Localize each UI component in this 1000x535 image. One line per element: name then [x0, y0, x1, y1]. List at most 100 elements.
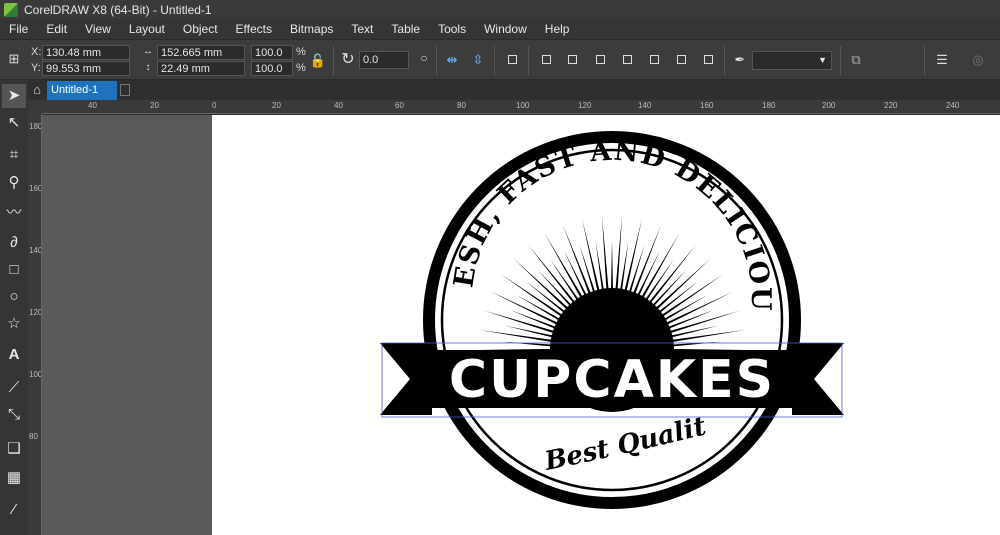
y-label: Y: [31, 62, 41, 74]
weld-icon[interactable] [536, 50, 556, 70]
scale-width-unit: % [296, 46, 306, 58]
document-tab-untitled[interactable]: Untitled-1 [47, 81, 117, 100]
zoom-tool-icon[interactable]: ⚲ [2, 171, 26, 195]
disabled-tool-icon: ◎ [972, 52, 984, 67]
ruler-h-label: 20 [272, 101, 281, 110]
group-icon[interactable]: ⧉ [846, 50, 866, 70]
x-label: X: [31, 46, 42, 58]
create-boundary-icon[interactable] [698, 50, 718, 70]
separator [436, 46, 437, 76]
freehand-tool-icon[interactable]: 〰 [2, 201, 26, 225]
ruler-h-label: 20 [150, 101, 159, 110]
combine-icon[interactable] [502, 50, 522, 70]
menu-object[interactable]: Object [174, 19, 227, 39]
ruler-h-label: 140 [638, 101, 652, 110]
connector-tool-icon[interactable]: ⤡ [2, 403, 26, 427]
title-bar: CorelDRAW X8 (64-Bit) - Untitled-1 [0, 0, 1000, 19]
lock-ratio-icon[interactable]: 🔓 [308, 51, 328, 71]
separator [840, 46, 841, 76]
ruler-v-label: 180 [29, 122, 42, 131]
horizontal-ruler[interactable]: 40 20 0 20 40 60 80 100 120 140 160 180 … [42, 100, 1000, 114]
object-origin-icon[interactable]: ⊞ [4, 49, 24, 69]
simplify-icon[interactable] [617, 50, 637, 70]
text-tool-icon[interactable]: A [2, 343, 26, 367]
ruler-h-label: 100 [516, 101, 530, 110]
separator [724, 46, 725, 76]
menu-window[interactable]: Window [475, 19, 536, 39]
coreldraw-app-icon [4, 2, 18, 17]
height-icon: ↕ [145, 62, 151, 73]
separator [333, 46, 334, 76]
ruler-origin[interactable] [28, 100, 42, 114]
ruler-h-label: 0 [212, 101, 217, 110]
home-icon[interactable]: ⌂ [28, 81, 46, 99]
y-position-field[interactable] [42, 61, 130, 76]
separator [528, 46, 529, 76]
rectangle-tool-icon[interactable]: □ [2, 258, 26, 282]
ruler-h-label: 200 [822, 101, 836, 110]
height-field[interactable] [157, 61, 245, 76]
x-position-field[interactable] [42, 45, 130, 60]
ruler-h-label: 40 [334, 101, 343, 110]
menu-text[interactable]: Text [342, 19, 382, 39]
scale-width-field[interactable] [251, 45, 293, 60]
ruler-v-label: 100 [29, 370, 42, 379]
document-tab-bar: ⌂ Untitled-1 [0, 80, 1000, 100]
vertical-ruler[interactable]: 180 160 140 120 100 80 [28, 114, 42, 535]
crop-tool-icon[interactable]: ⌗ [2, 143, 26, 167]
back-minus-front-icon[interactable] [671, 50, 691, 70]
ruler-h-label: 40 [88, 101, 97, 110]
ruler-h-label: 240 [946, 101, 960, 110]
scale-height-field[interactable] [251, 61, 293, 76]
ruler-v-label: 80 [29, 432, 38, 441]
new-tab-icon[interactable] [120, 84, 130, 96]
mirror-vertical-icon[interactable]: ⇳ [468, 50, 488, 70]
window-title: CorelDRAW X8 (64-Bit) - Untitled-1 [24, 2, 212, 17]
drawing-page[interactable]: FRESH, FAST AND DELICIOUS CUPCAKES Best … [212, 115, 1000, 535]
ellipse-tool-icon[interactable]: ○ [2, 285, 26, 309]
align-distribute-icon[interactable]: ☰ [932, 50, 952, 70]
separator [494, 46, 495, 76]
separator [924, 46, 925, 76]
outline-width-dropdown[interactable]: ▼ [752, 51, 832, 70]
coreldraw-window: CorelDRAW X8 (64-Bit) - Untitled-1 File … [0, 0, 1000, 535]
property-bar: ⊞ X: Y: ↔ ↕ % % 🔓 ↻ ○ ⇹ ⇳ ✒ [0, 39, 1000, 80]
menu-layout[interactable]: Layout [120, 19, 174, 39]
dimension-tool-icon[interactable]: ⟋ [2, 376, 26, 400]
ruler-h-label: 220 [884, 101, 898, 110]
ruler-h-label: 160 [700, 101, 714, 110]
rotation-degree-icon: ○ [420, 51, 428, 65]
mirror-horizontal-icon[interactable]: ⇹ [442, 50, 462, 70]
cupcakes-logo[interactable]: FRESH, FAST AND DELICIOUS CUPCAKES Best … [372, 125, 852, 525]
outline-pen-icon: ✒ [734, 52, 746, 67]
menu-view[interactable]: View [76, 19, 120, 39]
menu-tools[interactable]: Tools [429, 19, 475, 39]
trim-icon[interactable] [562, 50, 582, 70]
menu-effects[interactable]: Effects [227, 19, 281, 39]
toolbox: ➤ ↖ ⌗ ⚲ 〰 ∂ □ ○ ☆ A ⟋ ⤡ ❑ ▦ ⁄ [0, 80, 28, 535]
intersect-icon[interactable] [590, 50, 610, 70]
width-field[interactable] [157, 45, 245, 60]
drop-shadow-icon[interactable]: ❑ [2, 437, 26, 461]
chevron-down-icon: ▼ [818, 55, 827, 65]
menu-table[interactable]: Table [382, 19, 429, 39]
front-minus-back-icon[interactable] [644, 50, 664, 70]
menu-help[interactable]: Help [536, 19, 579, 39]
rotation-field[interactable] [359, 51, 409, 69]
menu-bitmaps[interactable]: Bitmaps [281, 19, 342, 39]
menu-bar: File Edit View Layout Object Effects Bit… [0, 19, 1000, 39]
transparency-tool-icon[interactable]: ▦ [2, 466, 26, 490]
artistic-media-icon[interactable]: ∂ [2, 231, 26, 255]
rotation-icon: ↻ [341, 51, 355, 68]
banner-text[interactable]: CUPCAKES [449, 350, 775, 410]
document-tab-label: Untitled-1 [51, 84, 99, 96]
menu-file[interactable]: File [0, 19, 37, 39]
eyedropper-tool-icon[interactable]: ⁄ [2, 498, 26, 522]
menu-edit[interactable]: Edit [37, 19, 76, 39]
ruler-h-label: 60 [395, 101, 404, 110]
shape-tool-icon[interactable]: ↖ [2, 111, 26, 135]
pick-tool-icon[interactable]: ➤ [2, 84, 26, 108]
polygon-tool-icon[interactable]: ☆ [2, 312, 26, 336]
drawing-desktop[interactable] [42, 115, 212, 535]
scale-height-unit: % [296, 62, 306, 74]
